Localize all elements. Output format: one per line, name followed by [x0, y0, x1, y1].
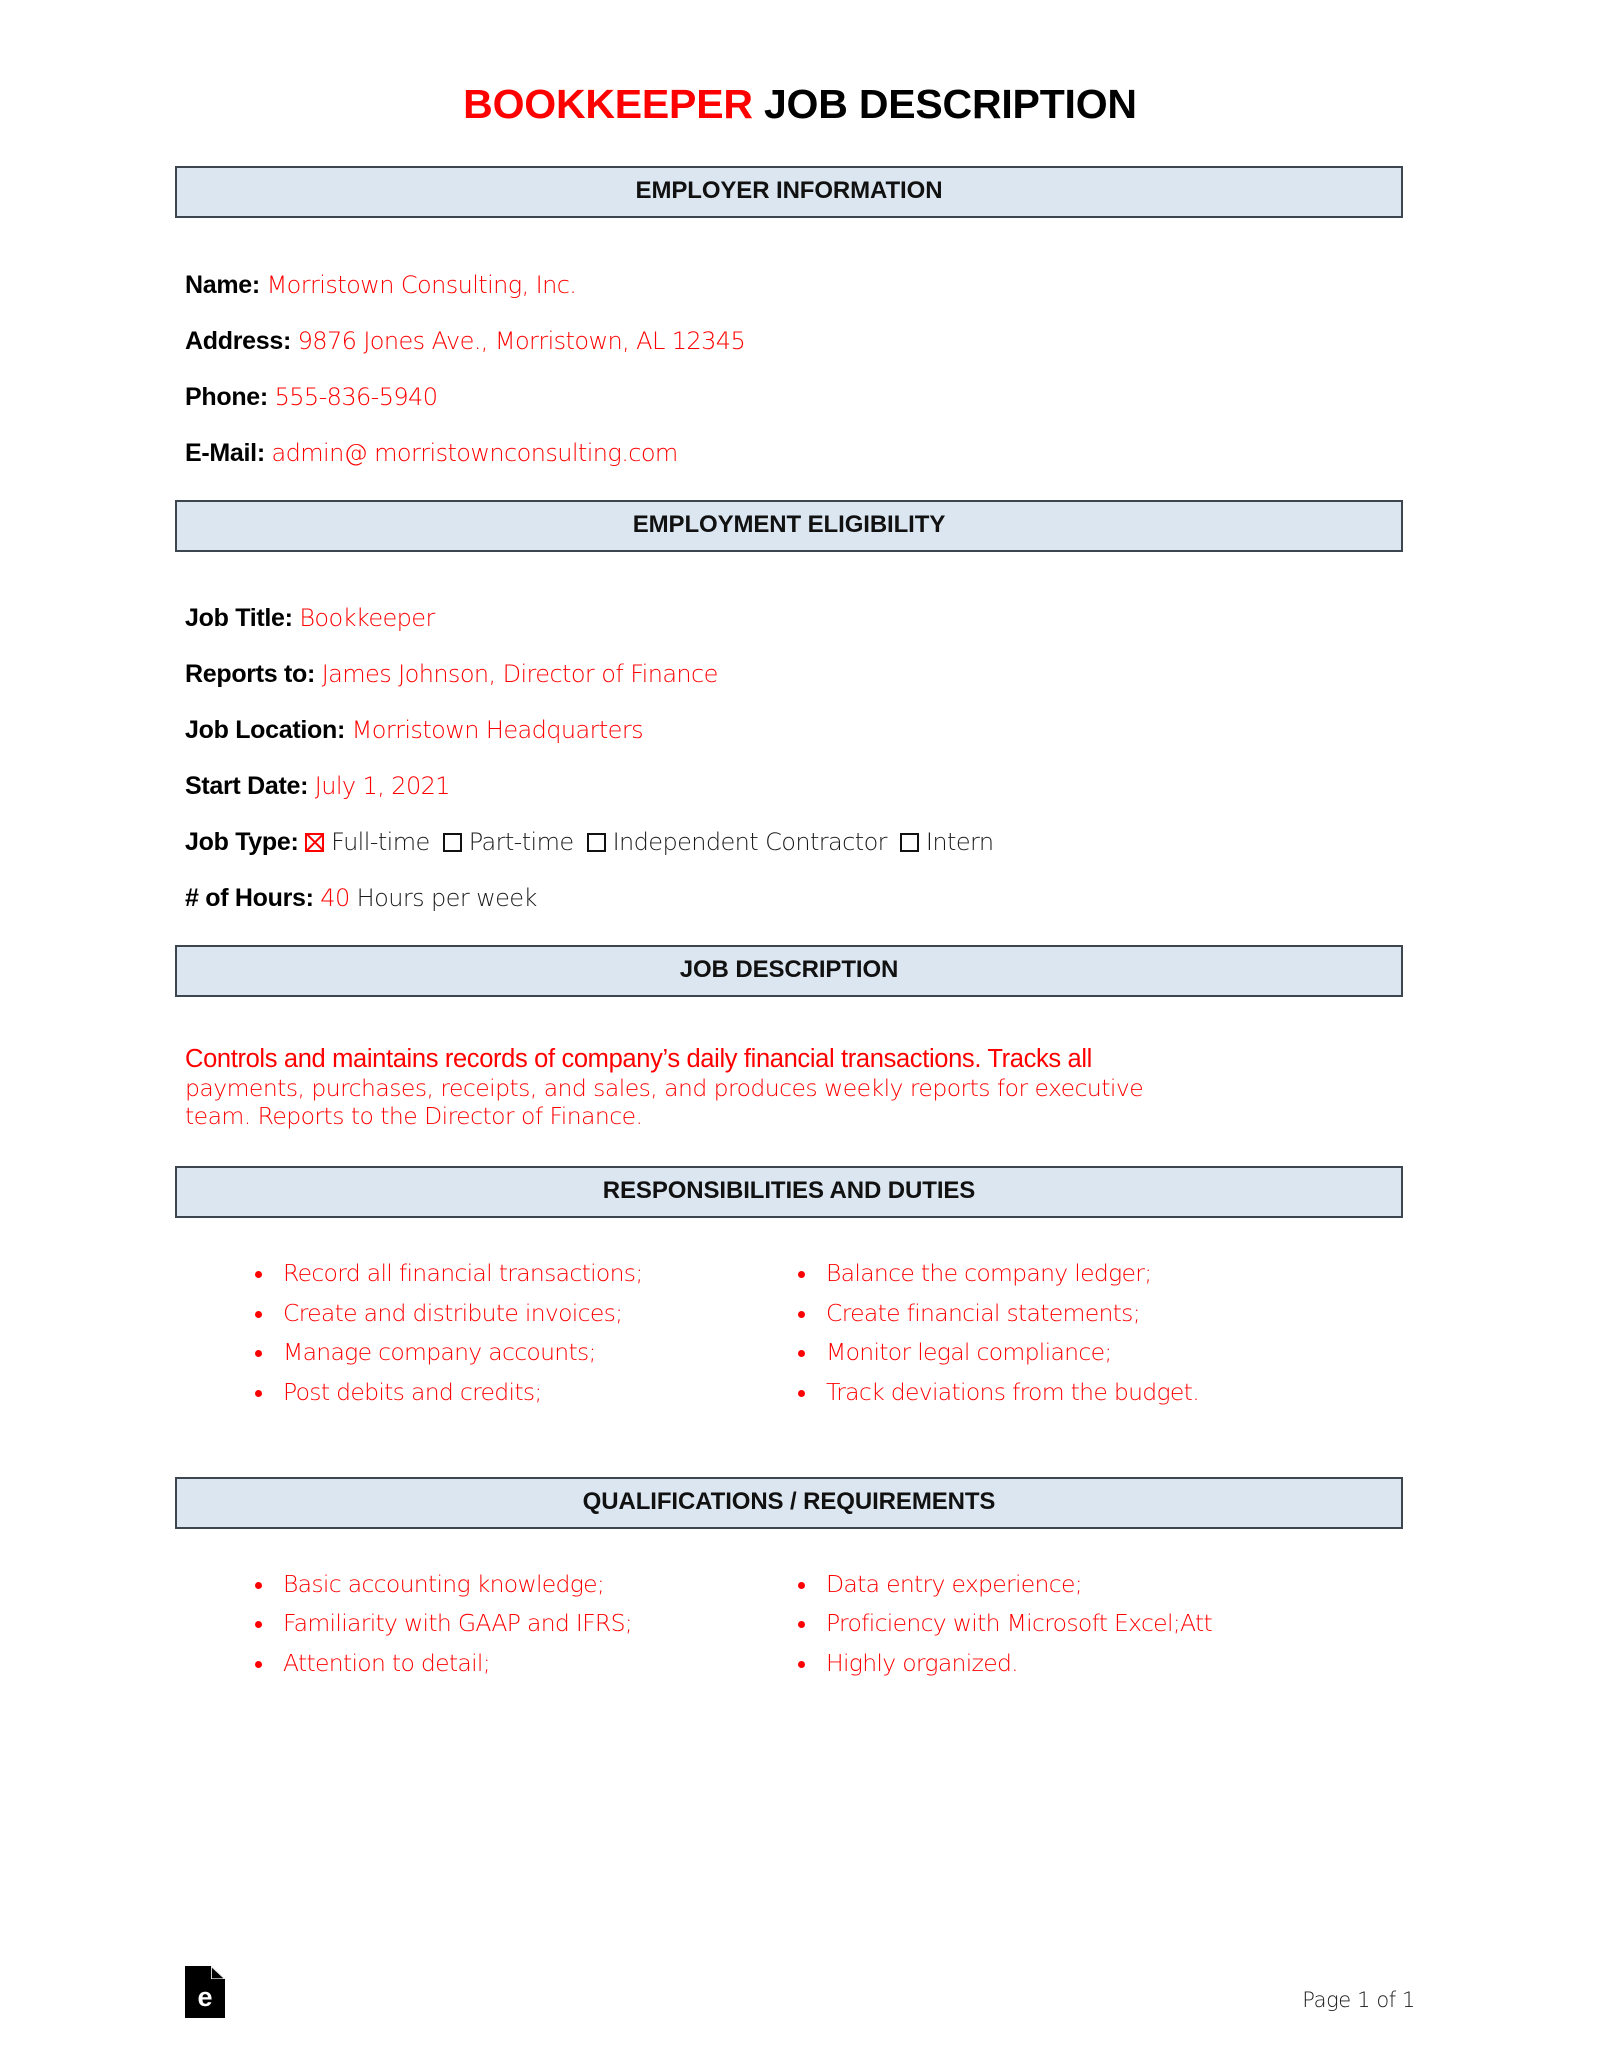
- checkbox-empty-icon[interactable]: [586, 832, 606, 852]
- checkbox-empty-icon[interactable]: [899, 832, 919, 852]
- responsibilities-right-column: Balance the company ledger; Create financ…: [768, 1262, 1311, 1420]
- qualifications-columns: Basic accounting knowledge; Familiarity w…: [225, 1572, 1415, 1692]
- job-description-paragraph: Controls and maintains records of compan…: [185, 1044, 1415, 1130]
- job-description-line-1: Controls and maintains records of compan…: [185, 1044, 1092, 1073]
- section-header-responsibilities: RESPONSIBILITIES AND DUTIES: [175, 1166, 1403, 1219]
- field-job-title-label: Job Title: [185, 603, 285, 632]
- job-description-line-2: payments, purchases, receipts, and sales…: [185, 1073, 1144, 1102]
- document-page: BOOKKEEPER JOB DESCRIPTION EMPLOYER INFO…: [0, 0, 1600, 2070]
- list-item: Data entry experience;: [768, 1572, 1311, 1597]
- list-item: Track deviations from the budget.: [768, 1380, 1311, 1405]
- field-hours: # of Hours: 40 Hours per week: [185, 883, 538, 912]
- field-job-title-value: Bookkeeper: [299, 603, 435, 632]
- section-header-job-description: JOB DESCRIPTION: [175, 944, 1403, 997]
- field-job-type-label: Job Type: [185, 827, 291, 856]
- page-title-accent: BOOKKEEPER: [463, 81, 753, 127]
- field-start-date-label: Start Date: [185, 771, 301, 800]
- field-phone-label: Phone: [185, 382, 260, 411]
- field-name-value: Morristown Consulting, Inc.: [266, 270, 577, 299]
- field-name: Name: Morristown Consulting, Inc.: [185, 270, 577, 299]
- list-item: Manage company accounts;: [225, 1341, 768, 1365]
- field-job-title: Job Title: Bookkeeper: [185, 603, 435, 632]
- field-phone-value: 555-836-5940: [274, 382, 438, 411]
- page-title: BOOKKEEPER JOB DESCRIPTION: [185, 0, 1415, 127]
- field-email: E-Mail: admin@ morristownconsulting.com: [185, 438, 679, 467]
- field-start-date: Start Date: July 1, 2021: [185, 771, 451, 800]
- list-item: Monitor legal compliance;: [768, 1341, 1311, 1365]
- qualifications-right-column: Data entry experience; Proficiency with M…: [768, 1572, 1311, 1692]
- page-title-rest: JOB DESCRIPTION: [752, 81, 1137, 127]
- checkbox-empty-icon[interactable]: [442, 832, 462, 852]
- list-item: Create financial statements;: [768, 1301, 1311, 1326]
- field-email-label: E-Mail: [185, 438, 257, 467]
- field-job-type: Job Type: Full-time Part-time Independent …: [185, 827, 994, 856]
- list-item: Post debits and credits;: [225, 1380, 768, 1405]
- svg-text:e: e: [197, 1982, 212, 2012]
- section-header-employer-information: EMPLOYER INFORMATION: [175, 166, 1403, 218]
- responsibilities-left-column: Record all financial transactions; Create…: [225, 1262, 768, 1420]
- list-item: Create and distribute invoices;: [225, 1301, 768, 1326]
- list-item: Basic accounting knowledge;: [225, 1572, 768, 1597]
- field-start-date-value: July 1, 2021: [314, 771, 451, 800]
- job-type-option-intern[interactable]: Intern: [899, 827, 994, 856]
- field-reports-to-label: Reports to: [185, 659, 308, 688]
- eforms-logo-icon: e: [185, 1966, 225, 2018]
- list-item: Balance the company ledger;: [768, 1262, 1311, 1286]
- field-address: Address: 9876 Jones Ave., Morristown, AL…: [185, 326, 746, 355]
- field-hours-label: # of Hours: [185, 883, 306, 912]
- job-type-option-independent-contractor[interactable]: Independent Contractor: [586, 827, 888, 856]
- checkbox-checked-icon[interactable]: [305, 832, 325, 852]
- section-header-employment-eligibility: EMPLOYMENT ELIGIBILITY: [175, 499, 1403, 552]
- job-type-option-label: Part-time: [468, 827, 574, 856]
- responsibilities-columns: Record all financial transactions; Create…: [225, 1262, 1415, 1420]
- job-type-option-label: Intern: [925, 827, 994, 856]
- field-address-label: Address: [185, 326, 283, 355]
- field-hours-value: 40: [320, 883, 350, 912]
- field-email-value: admin@ morristownconsulting.com: [271, 438, 679, 467]
- job-description-line-3: team. Reports to the Director of Finance…: [185, 1101, 643, 1130]
- field-job-location-label: Job Location: [185, 715, 337, 744]
- field-hours-suffix: Hours per week: [356, 883, 538, 912]
- section-header-qualifications: QUALIFICATIONS / REQUIREMENTS: [175, 1477, 1403, 1529]
- qualifications-left-column: Basic accounting knowledge; Familiarity w…: [225, 1572, 768, 1692]
- field-reports-to: Reports to: James Johnson, Director of F…: [185, 659, 719, 688]
- field-job-location: Job Location: Morristown Headquarters: [185, 715, 644, 744]
- field-name-label: Name: [185, 270, 252, 299]
- field-reports-to-value: James Johnson, Director of Finance: [321, 659, 719, 688]
- field-address-value: 9876 Jones Ave., Morristown, AL 12345: [297, 326, 746, 355]
- field-phone: Phone: 555-836-5940: [185, 382, 438, 411]
- job-type-option-part-time[interactable]: Part-time: [442, 827, 574, 856]
- job-type-option-label: Full-time: [331, 827, 430, 856]
- list-item: Highly organized.: [768, 1651, 1311, 1676]
- list-item: Attention to detail;: [225, 1651, 768, 1676]
- page-number: Page 1 of 1: [1302, 1988, 1415, 2012]
- list-item: Proficiency with Microsoft Excel;Att: [768, 1612, 1311, 1636]
- list-item: Familiarity with GAAP and IFRS;: [225, 1612, 768, 1636]
- job-type-option-label: Independent Contractor: [612, 827, 888, 856]
- list-item: Record all financial transactions;: [225, 1262, 768, 1286]
- job-type-option-full-time[interactable]: Full-time: [305, 828, 430, 856]
- field-job-location-value: Morristown Headquarters: [351, 715, 644, 744]
- page-footer: e Page 1 of 1: [185, 1956, 1415, 2018]
